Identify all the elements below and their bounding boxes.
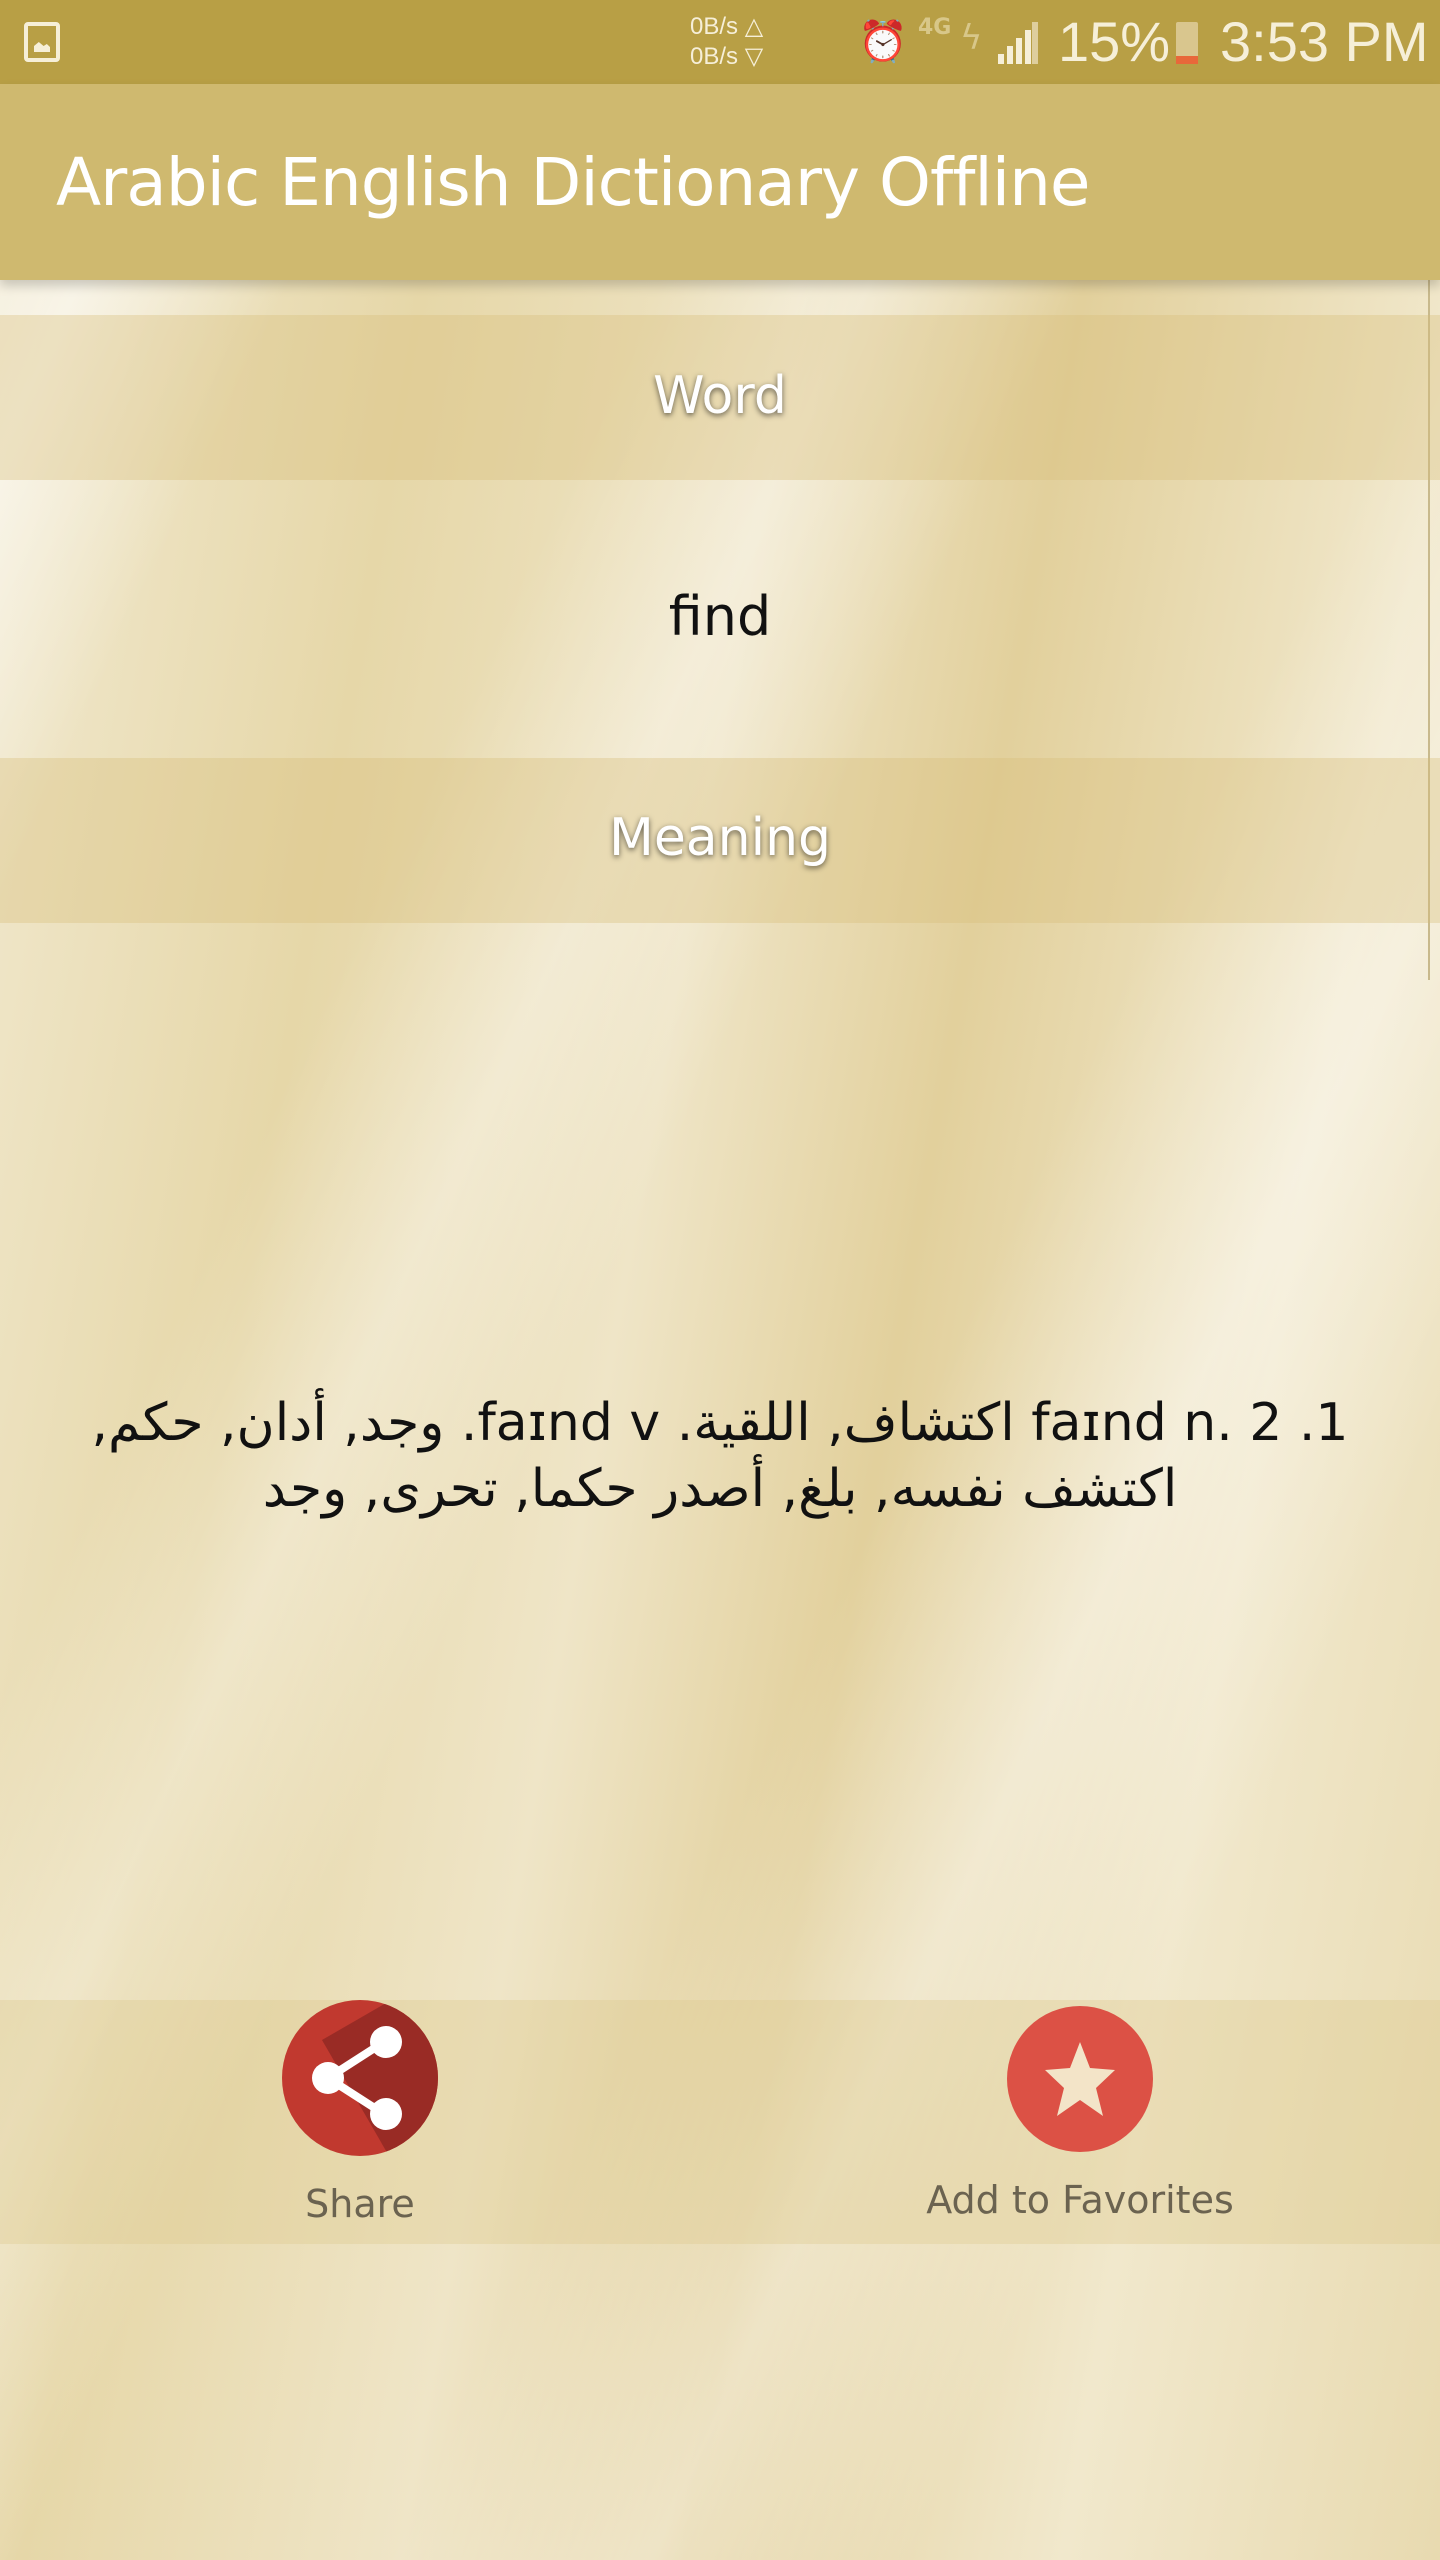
alarm-icon: ⏰: [858, 19, 908, 65]
word-value: find: [668, 585, 772, 648]
meaning-text: 1. faɪnd n. 2 اكتشاف, اللقية. faɪnd v. و…: [91, 1393, 1349, 1519]
share-label: Share: [305, 2182, 415, 2226]
word-label: Word: [653, 366, 787, 426]
status-bar: 0B/s △ 0B/s ▽ ⏰ 4G ϟ 15% 3:53 PM: [0, 0, 1440, 84]
add-to-favorites-button[interactable]: Add to Favorites: [880, 2000, 1280, 2222]
add-to-favorites-label: Add to Favorites: [926, 2178, 1234, 2222]
data-activity-icon: ϟ: [960, 18, 983, 58]
network-speed: 0B/s △ 0B/s ▽: [690, 12, 763, 72]
signal-icon: [998, 22, 1038, 64]
app-bar: Arabic English Dictionary Offline: [0, 84, 1440, 280]
star-icon: [1007, 2006, 1153, 2152]
meaning-label: Meaning: [608, 808, 832, 868]
battery-percent: 15%: [1058, 10, 1171, 73]
app-title: Arabic English Dictionary Offline: [56, 144, 1091, 221]
share-button[interactable]: Share: [160, 2000, 560, 2226]
image-notification-icon: [24, 22, 60, 62]
action-bar: Share Add to Favorites: [0, 2000, 1440, 2244]
battery-icon: [1176, 22, 1198, 64]
share-icon: [282, 2000, 438, 2156]
clock: 3:53 PM: [1220, 10, 1429, 73]
upload-speed: 0B/s △: [690, 13, 764, 40]
network-type: 4G: [918, 15, 952, 40]
download-speed: 0B/s ▽: [690, 43, 764, 70]
